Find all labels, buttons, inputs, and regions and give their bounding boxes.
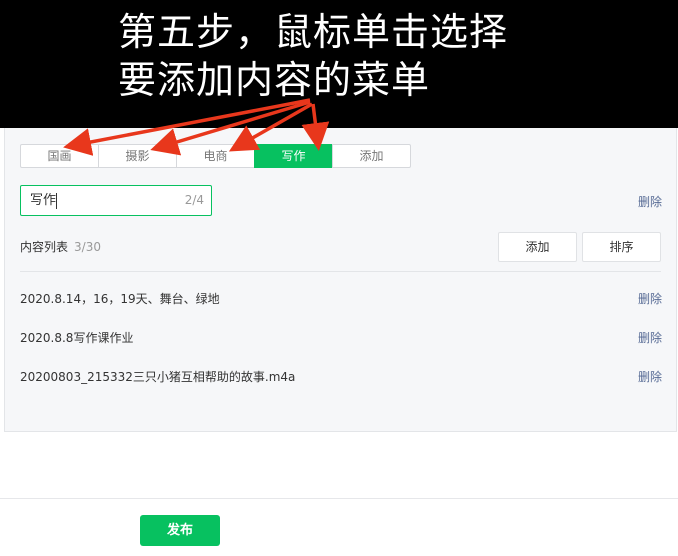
instruction-banner: 第五步，鼠标单击选择 要添加内容的菜单: [0, 0, 678, 128]
content-list-header: 内容列表 3/30: [20, 238, 101, 255]
delete-item-link[interactable]: 删除: [638, 329, 662, 346]
add-content-button[interactable]: 添加: [498, 232, 577, 262]
menu-name-input[interactable]: 写作 2/4: [20, 185, 212, 216]
list-item-title: 2020.8.8写作课作业: [20, 331, 134, 345]
content-list-title: 内容列表: [20, 240, 69, 254]
footer-divider: [0, 498, 678, 499]
delete-item-link[interactable]: 删除: [638, 368, 662, 385]
tab-add-menu[interactable]: 添加: [332, 144, 411, 168]
tab-dianshang[interactable]: 电商: [176, 144, 255, 168]
list-item-title: 2020.8.14，16，19天、舞台、绿地: [20, 292, 220, 306]
menu-tabs: 国画 摄影 电商 写作 添加: [20, 144, 411, 168]
text-caret: [56, 193, 57, 209]
tab-sheying[interactable]: 摄影: [98, 144, 177, 168]
instruction-line-1: 第五步，鼠标单击选择: [118, 10, 509, 54]
instruction-line-2: 要添加内容的菜单: [118, 58, 431, 102]
tab-guohua[interactable]: 国画: [20, 144, 99, 168]
delete-menu-link[interactable]: 删除: [638, 193, 662, 210]
menu-editor-panel: [4, 128, 677, 432]
menu-name-char-count: 2/4: [184, 193, 204, 207]
list-item-title: 20200803_215332三只小猪互相帮助的故事.m4a: [20, 370, 296, 384]
tab-xiezuo[interactable]: 写作: [254, 144, 333, 168]
content-list-count: 3/30: [74, 240, 101, 254]
publish-button[interactable]: 发布: [140, 515, 220, 546]
sort-content-button[interactable]: 排序: [582, 232, 661, 262]
menu-name-value: 写作: [30, 193, 57, 208]
delete-item-link[interactable]: 删除: [638, 290, 662, 307]
list-divider: [20, 271, 661, 272]
